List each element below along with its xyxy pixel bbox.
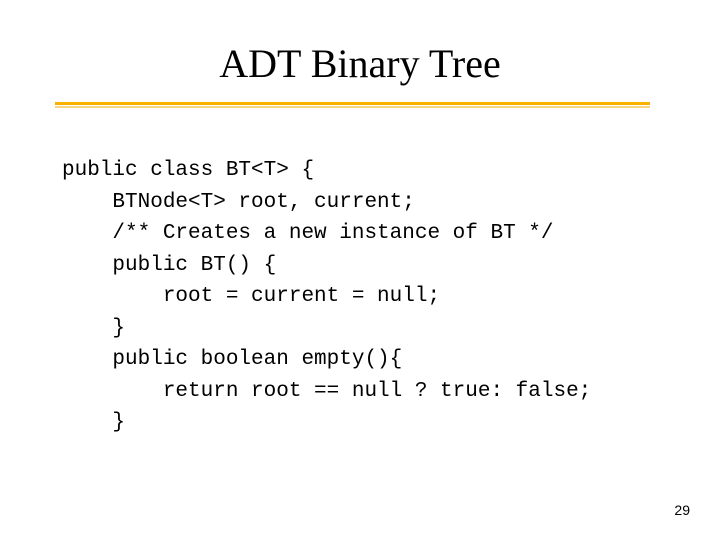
code-line: public boolean empty(){ <box>62 348 402 371</box>
code-line: } <box>62 411 125 434</box>
code-line: root = current = null; <box>62 285 440 308</box>
slide-container: ADT Binary Tree public class BT<T> { BTN… <box>0 0 720 540</box>
code-block: public class BT<T> { BTNode<T> root, cur… <box>62 155 591 439</box>
code-line: public class BT<T> { <box>62 159 314 182</box>
code-line: } <box>62 317 125 340</box>
code-line: /** Creates a new instance of BT */ <box>62 222 553 245</box>
page-number: 29 <box>674 502 690 518</box>
slide-title: ADT Binary Tree <box>0 40 720 87</box>
code-line: BTNode<T> root, current; <box>62 191 415 214</box>
title-underline <box>55 102 650 110</box>
code-line: public BT() { <box>62 254 276 277</box>
code-line: return root == null ? true: false; <box>62 380 591 403</box>
